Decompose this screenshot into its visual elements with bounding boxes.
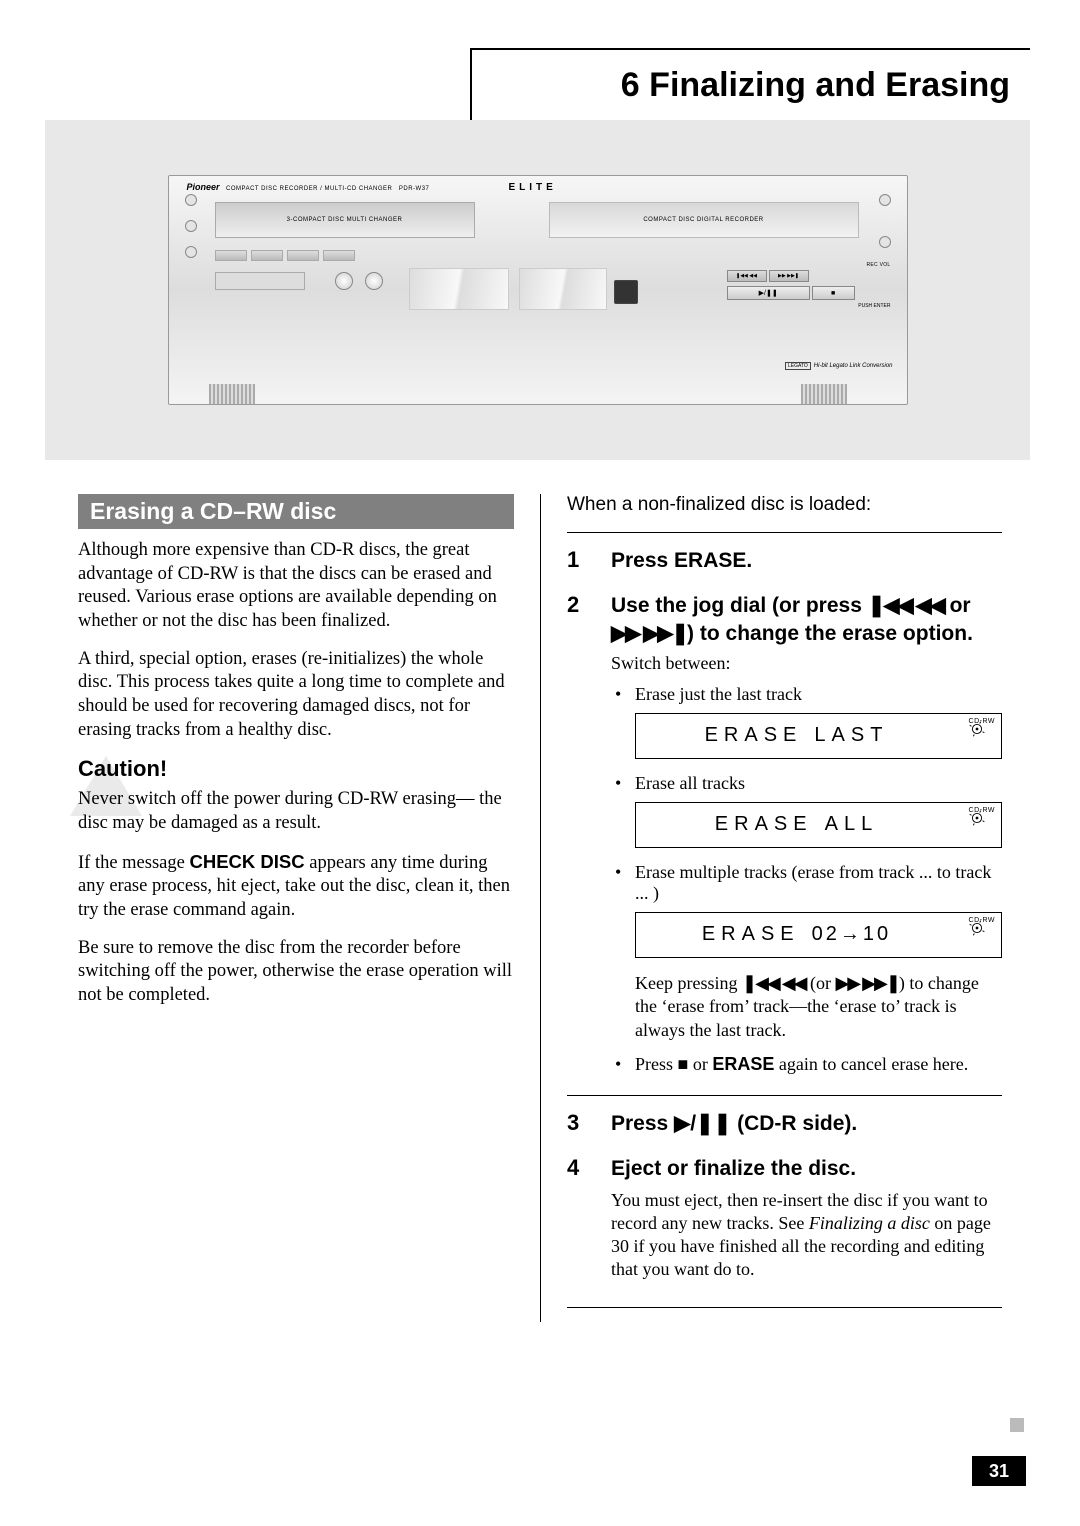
lead-text: When a non-finalized disc is loaded: xyxy=(567,494,1002,516)
left-button-row xyxy=(215,250,355,261)
lcd-display: ERASE LAST CD-RW xyxy=(635,713,1002,759)
lcd-display: ERASE ALL CD-RW xyxy=(635,802,1002,848)
right-column: When a non-finalized disc is loaded: 1 P… xyxy=(540,494,1002,1322)
page-number: 31 xyxy=(972,1456,1026,1486)
step-number: 3 xyxy=(567,1110,589,1143)
device-button[interactable] xyxy=(215,250,247,261)
device-brand: Pioneer COMPACT DISC RECORDER / MULTI-CD… xyxy=(187,182,430,192)
device-button[interactable] xyxy=(251,250,283,261)
elite-label: ELITE xyxy=(509,182,557,193)
step-number: 2 xyxy=(567,592,589,1083)
next-track-icon: ▶▶ ▶▶❚ xyxy=(835,973,898,993)
step-subtext: Switch between: xyxy=(611,653,1002,674)
option-item: Press ■ or ERASE again to cancel erase h… xyxy=(611,1054,1002,1075)
section-heading: Erasing a CD–RW disc xyxy=(78,494,514,529)
body-text: If the message CHECK DISC appears any ti… xyxy=(78,850,514,923)
step-2: 2 Use the jog dial (or press ❚◀◀ ◀◀ or ▶… xyxy=(567,592,1002,1083)
divider xyxy=(567,532,1002,533)
step-heading: Press ▶/❚❚ (CD-R side). xyxy=(611,1110,1002,1137)
next-button[interactable]: ▶▶ ▶▶❚ xyxy=(769,270,809,282)
option-list: Erase just the last track xyxy=(611,684,1002,705)
display-text: ERASE xyxy=(705,724,803,747)
device-foot xyxy=(209,384,255,404)
device-illustration: Pioneer COMPACT DISC RECORDER / MULTI-CD… xyxy=(45,120,1030,460)
option-list: Erase multiple tracks (erase from track … xyxy=(611,862,1002,904)
display-text: 02→10 xyxy=(812,923,892,946)
page-content: Erasing a CD–RW disc Although more expen… xyxy=(78,494,1002,1322)
rec-vol-label: REC VOL xyxy=(727,262,895,268)
step-number: 4 xyxy=(567,1155,589,1294)
step-body-text: You must eject, then re-insert the disc … xyxy=(611,1189,1002,1281)
option-item: Erase multiple tracks (erase from track … xyxy=(611,862,1002,904)
lcd-display: ERASE 02→10 CD-RW xyxy=(635,912,1002,958)
display-text: LAST xyxy=(814,724,888,747)
option-item: Erase just the last track xyxy=(611,684,1002,705)
play-pause-icon: ▶/❚❚ xyxy=(674,1112,731,1135)
step-heading: Press ERASE. xyxy=(611,547,1002,574)
option-list: Press ■ or ERASE again to cancel erase h… xyxy=(611,1054,1002,1075)
option-item: Erase all tracks xyxy=(611,773,1002,794)
cd-recorder-device: Pioneer COMPACT DISC RECORDER / MULTI-CD… xyxy=(168,175,908,405)
body-text: A third, special option, erases (re-init… xyxy=(78,648,514,743)
disc-slot-button[interactable] xyxy=(185,220,197,232)
prev-track-icon: ❚◀◀ ◀◀ xyxy=(868,594,944,617)
disc-spinning-icon xyxy=(959,917,995,953)
body-text: Never switch off the power during CD-RW … xyxy=(78,788,514,835)
display-text: ERASE xyxy=(715,813,813,836)
push-enter-label: PUSH ENTER xyxy=(727,303,895,309)
divider xyxy=(567,1307,1002,1308)
chapter-text: Finalizing and Erasing xyxy=(649,66,1010,104)
device-foot xyxy=(801,384,847,404)
disc-spinning-icon xyxy=(959,718,995,754)
divider xyxy=(567,1095,1002,1096)
step-4: 4 Eject or finalize the disc. You must e… xyxy=(567,1155,1002,1294)
note-text: Keep pressing ❚◀◀ ◀◀ (or ▶▶ ▶▶❚) to chan… xyxy=(635,972,1002,1042)
disc-slot-button[interactable] xyxy=(185,246,197,258)
left-column: Erasing a CD–RW disc Although more expen… xyxy=(78,494,540,1322)
eject-button[interactable] xyxy=(879,236,891,248)
panel-trim xyxy=(519,268,607,310)
display-text: ALL xyxy=(825,813,879,836)
device-button[interactable] xyxy=(323,250,355,261)
device-button[interactable] xyxy=(287,250,319,261)
step-heading: Use the jog dial (or press ❚◀◀ ◀◀ or ▶▶ … xyxy=(611,592,1002,647)
stop-button[interactable]: ■ xyxy=(812,286,855,300)
step-3: 3 Press ▶/❚❚ (CD-R side). xyxy=(567,1110,1002,1143)
chapter-number: 6 xyxy=(621,66,640,104)
body-text: Be sure to remove the disc from the reco… xyxy=(78,937,514,1008)
display-window xyxy=(215,272,305,290)
play-pause-button[interactable]: ▶/❚❚ xyxy=(727,286,810,300)
chapter-title: 6 Finalizing and Erasing xyxy=(621,66,1010,105)
chapter-header: 6 Finalizing and Erasing xyxy=(470,48,1030,120)
eject-button[interactable] xyxy=(879,194,891,206)
step-1: 1 Press ERASE. xyxy=(567,547,1002,580)
option-list: Erase all tracks xyxy=(611,773,1002,794)
transport-controls: REC VOL ❚◀◀ ◀◀ ▶▶ ▶▶❚ ▶/❚❚ ■ PUSH ENTER xyxy=(727,262,895,309)
disc-slot-button[interactable] xyxy=(185,194,197,206)
display-text: ERASE xyxy=(702,923,800,946)
legato-label: LEGATOHi-bit Legato Link Conversion xyxy=(785,362,893,370)
section-end-marker-icon xyxy=(1010,1418,1024,1432)
headphone-jack[interactable] xyxy=(335,272,353,290)
prev-button[interactable]: ❚◀◀ ◀◀ xyxy=(727,270,767,282)
panel-trim xyxy=(409,268,509,310)
prev-track-icon: ❚◀◀ ◀◀ xyxy=(742,973,805,993)
compact-disc-logo-icon xyxy=(614,280,638,304)
body-text: Although more expensive than CD-R discs,… xyxy=(78,539,514,634)
step-heading: Eject or finalize the disc. xyxy=(611,1155,1002,1182)
recorder-tray: COMPACT DISC DIGITAL RECORDER xyxy=(549,202,859,238)
step-number: 1 xyxy=(567,547,589,580)
caution-heading: Caution! xyxy=(78,756,514,782)
next-track-icon: ▶▶ ▶▶❚ xyxy=(611,622,687,645)
volume-knob[interactable] xyxy=(365,272,383,290)
stop-icon: ■ xyxy=(678,1054,689,1074)
disc-spinning-icon xyxy=(959,807,995,843)
multi-changer-tray: 3-COMPACT DISC MULTI CHANGER xyxy=(215,202,475,238)
knob-group xyxy=(335,272,383,290)
